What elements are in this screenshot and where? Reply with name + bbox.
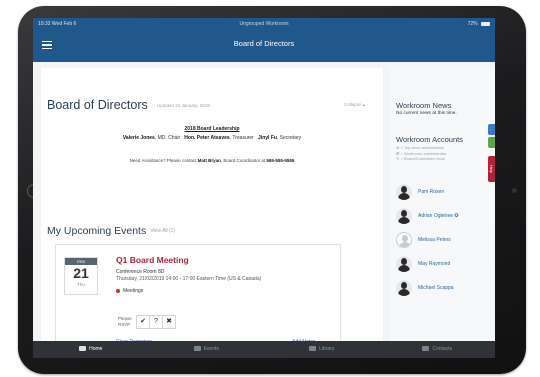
coordinator-name: Matt Bryan (197, 158, 221, 163)
category-dot-icon (116, 288, 120, 293)
side-tab-green[interactable] (488, 137, 495, 148)
news-text: No current news at this time. (396, 111, 457, 116)
events-heading: My Upcoming Events View All (1) (47, 225, 176, 237)
updated-date: Updated 24 January, 2019 (157, 103, 210, 108)
avatar (396, 208, 412, 224)
accounts-heading: Workroom Accounts (396, 135, 463, 144)
tab-events[interactable]: Events (149, 341, 265, 358)
status-battery-text: 72% (467, 21, 478, 27)
page-title: Board of Directors (47, 98, 148, 112)
photo-stage: 10:32 Wed Feb 6 Ungrouped Workroom 72% B… (0, 0, 540, 377)
board-leadership: 2018 Board Leadership Valerie Jones, MD,… (41, 126, 383, 141)
rsvp-yes-button[interactable]: ✔ (136, 315, 150, 329)
avatar (396, 184, 412, 200)
nav-bar: Board of Directors (33, 30, 495, 62)
users-icon (79, 346, 87, 352)
list-item[interactable]: Melissa Peters (394, 231, 494, 255)
battery-icon (481, 21, 490, 26)
side-tabs: Help (488, 124, 495, 184)
rsvp-buttons: ✔ ? ✖ (136, 315, 176, 329)
rsvp-label: Please RSVP (118, 316, 132, 327)
list-item[interactable]: May Raymond (394, 255, 494, 279)
nav-title: Board of Directors (233, 39, 295, 48)
app-screen: 10:32 Wed Feb 6 Ungrouped Workroom 72% B… (33, 18, 495, 358)
contacts-icon (422, 346, 430, 352)
news-heading: Workroom News (396, 101, 452, 110)
event-title[interactable]: Q1 Board Meeting (116, 255, 189, 265)
list-item[interactable]: Adrian Ogletree ✪ (394, 207, 494, 231)
accounts-legend: ★ = Top-level administrator ✪ = Workroom… (396, 145, 447, 161)
status-bar: 10:32 Wed Feb 6 Ungrouped Workroom 72% (33, 18, 495, 30)
list-item[interactable]: Pam Rosen (394, 183, 494, 207)
avatar (396, 280, 412, 296)
view-all-link[interactable]: View All (1) (150, 228, 175, 234)
coordinator-phone[interactable]: 555-555-5555 (266, 158, 294, 163)
event-category: Meetings (116, 288, 143, 294)
event-time: Thursday, 21/02/2019 14:00 - 17:00 Easte… (116, 276, 262, 282)
member-list: Pam Rosen Adrian Ogletree ✪ Melissa Pete… (394, 183, 494, 303)
event-location: Conference Room 8D (116, 269, 165, 275)
calendar-icon (193, 346, 201, 352)
status-group: Ungrouped Workroom (239, 21, 289, 27)
help-tab[interactable]: Help (488, 156, 495, 182)
tab-library[interactable]: Library (264, 341, 380, 358)
leadership-members: Valerie Jones, MD, Chair Hon. Peter Atsa… (122, 135, 302, 141)
camera-icon (512, 188, 517, 193)
avatar (396, 256, 412, 272)
leadership-heading: 2018 Board Leadership (184, 126, 240, 132)
chevron-up-icon: ▴ (362, 102, 365, 107)
sidebar: Workroom News No current news at this ti… (390, 68, 495, 358)
rsvp-maybe-button[interactable]: ? (149, 315, 163, 329)
event-date-badge: FEB 21 Thu (64, 257, 98, 295)
collapse-link[interactable]: Collapse ▴ (344, 102, 365, 108)
tab-bar: Home Events Library Contacts (33, 341, 495, 358)
library-icon (309, 346, 317, 352)
assistance-line: Need Assistance? Please contact Matt Bry… (129, 158, 295, 163)
side-tab-blue[interactable] (488, 124, 495, 135)
main-panel: Board of Directors Updated 24 January, 2… (41, 68, 383, 358)
tab-contacts[interactable]: Contacts (380, 341, 496, 358)
rsvp-no-button[interactable]: ✖ (162, 315, 176, 329)
list-item[interactable]: Michael Scappa (394, 279, 494, 303)
tab-home[interactable]: Home (33, 341, 149, 358)
avatar-placeholder (396, 232, 412, 248)
